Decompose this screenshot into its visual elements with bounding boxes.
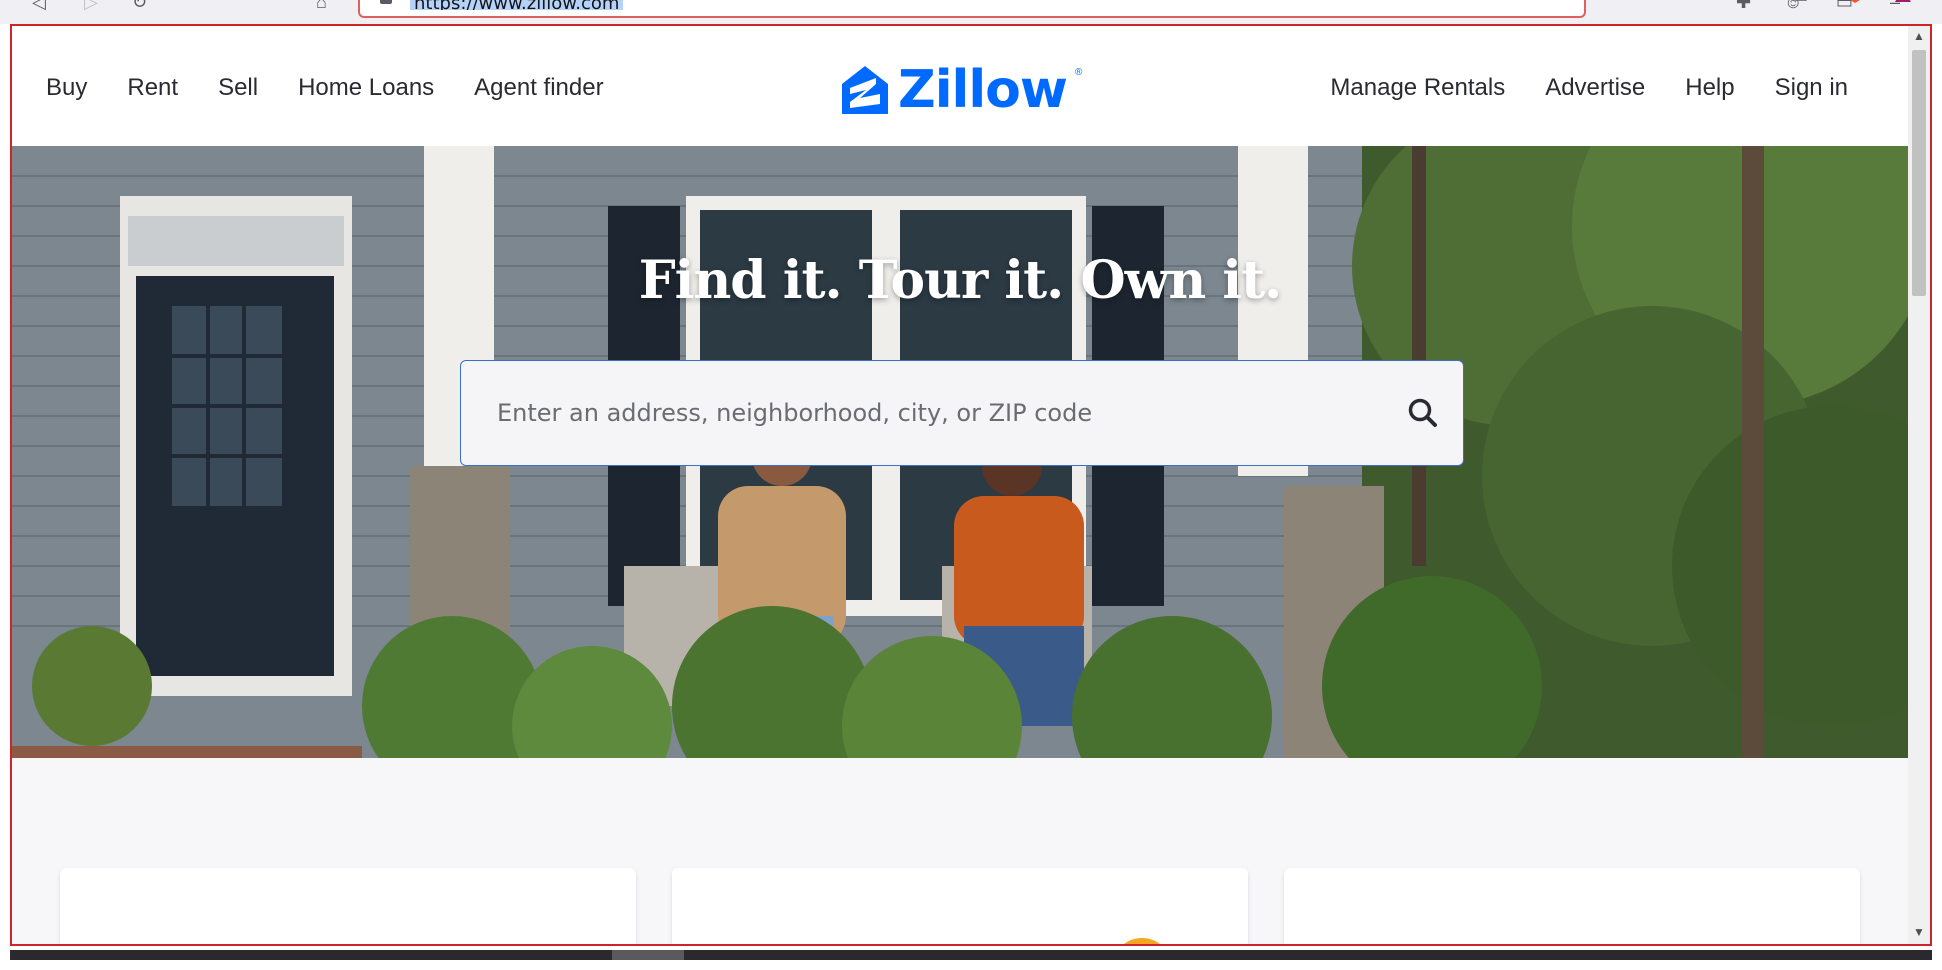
profile-icon[interactable]: ☺ — [1784, 0, 1804, 12]
logo-wordmark: Zillow — [898, 60, 1068, 120]
hero-title: Find it. Tour it. Own it. — [638, 250, 1282, 311]
nav-home-loans[interactable]: Home Loans — [278, 68, 454, 108]
browser-chrome: ◁ ▷ ↻ ⌂ https://www.zillow.com ✚ ☺ ▭ – — [0, 0, 1942, 24]
page-scrollbar[interactable]: ▲ ▼ — [1908, 26, 1930, 944]
nav-advertise[interactable]: Advertise — [1525, 68, 1665, 108]
feature-cards-section — [12, 758, 1908, 946]
taskbar-strip — [10, 950, 1932, 960]
nav-sign-in[interactable]: Sign in — [1755, 68, 1868, 108]
bookmark-icon[interactable]: ⌂ — [316, 0, 336, 12]
site-header: Buy Rent Sell Home Loans Agent finder Zi… — [12, 26, 1908, 146]
scroll-down-icon[interactable]: ▼ — [1913, 926, 1925, 938]
primary-nav: Buy Rent Sell Home Loans Agent finder — [36, 68, 624, 108]
minimize-icon[interactable]: – — [1890, 0, 1910, 12]
scroll-thumb[interactable] — [1912, 50, 1926, 296]
webpage-viewport: Buy Rent Sell Home Loans Agent finder Zi… — [10, 24, 1932, 946]
nav-buy[interactable]: Buy — [36, 68, 107, 108]
os-taskbar — [0, 946, 1942, 970]
nav-help[interactable]: Help — [1665, 68, 1754, 108]
card-illustration — [1124, 938, 1160, 944]
reload-icon[interactable]: ↻ — [132, 0, 152, 12]
zillow-logo-icon — [842, 66, 888, 114]
feature-card-rent[interactable] — [1284, 868, 1860, 944]
url-bar[interactable]: https://www.zillow.com — [358, 0, 1911, 18]
feature-card-sell[interactable] — [672, 868, 1248, 944]
feature-card-buy[interactable] — [60, 868, 636, 946]
nav-manage-rentals[interactable]: Manage Rentals — [1310, 68, 1525, 108]
window-icon[interactable]: ▭ — [1836, 0, 1856, 12]
url-text[interactable]: https://www.zillow.com — [410, 0, 624, 10]
scroll-up-icon[interactable]: ▲ — [1913, 30, 1925, 42]
search-input[interactable] — [461, 361, 1383, 465]
back-icon[interactable]: ◁ — [32, 0, 52, 12]
nav-rent[interactable]: Rent — [107, 68, 198, 108]
secondary-nav: Manage Rentals Advertise Help Sign in — [1310, 68, 1868, 108]
zillow-logo[interactable]: Zillow ® — [840, 62, 1082, 118]
extensions-icon[interactable]: ✚ — [1736, 0, 1756, 12]
search-box[interactable] — [460, 360, 1464, 466]
card-illustration — [60, 868, 636, 946]
search-icon — [1408, 398, 1437, 427]
lock-icon — [380, 0, 392, 4]
nav-sell[interactable]: Sell — [198, 68, 278, 108]
forward-icon[interactable]: ▷ — [84, 0, 104, 12]
hero-section: Find it. Tour it. Own it. — [12, 146, 1908, 758]
search-button[interactable] — [1383, 361, 1463, 465]
nav-agent-finder[interactable]: Agent finder — [454, 68, 623, 108]
taskbar-active-item[interactable] — [612, 950, 684, 960]
registered-mark: ® — [1074, 66, 1083, 78]
